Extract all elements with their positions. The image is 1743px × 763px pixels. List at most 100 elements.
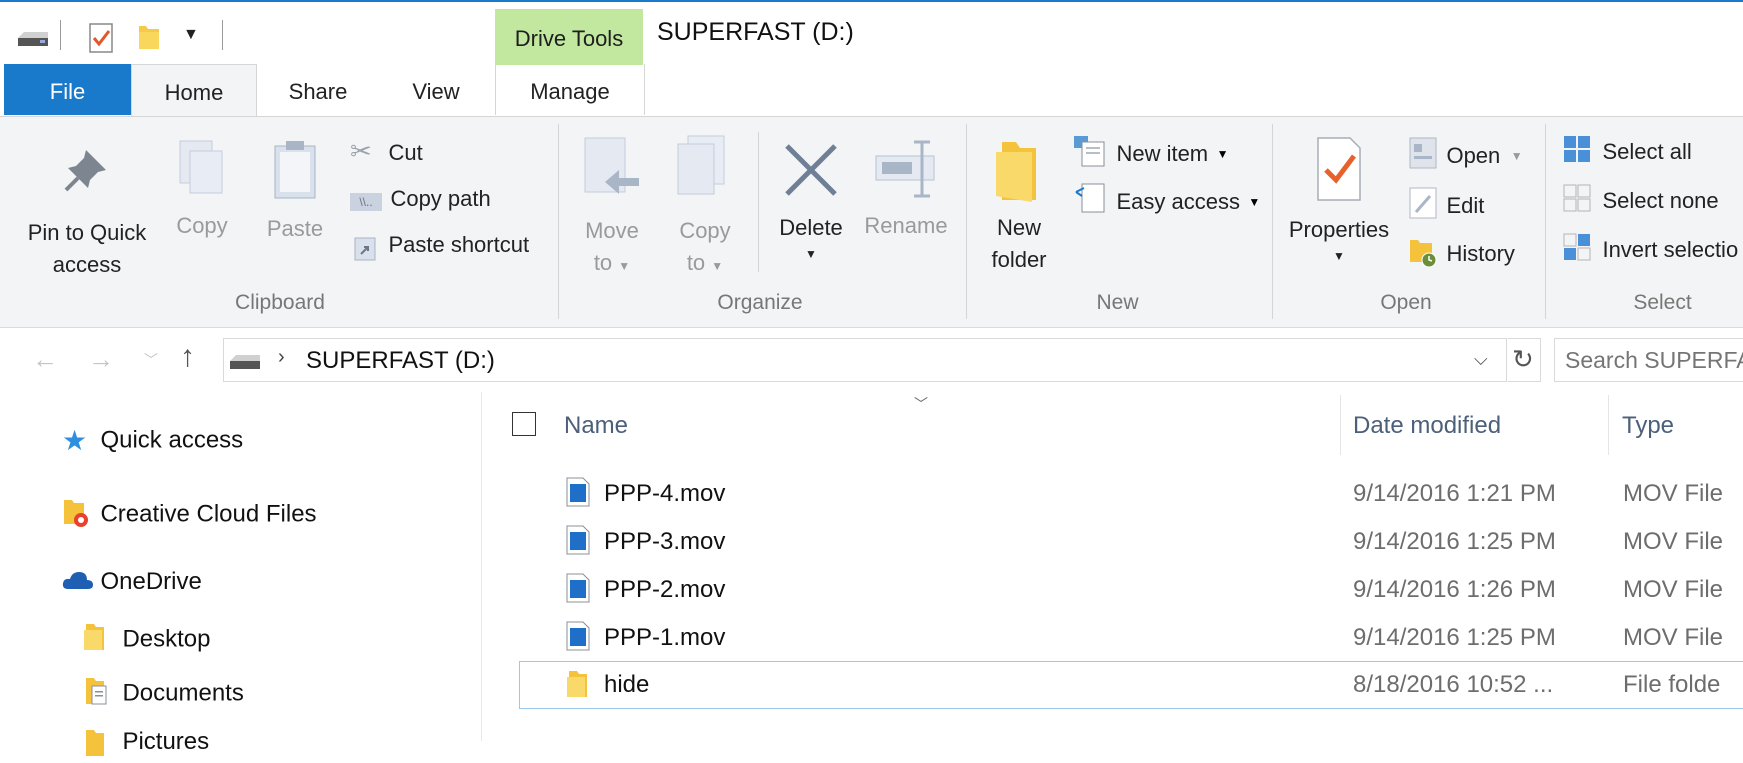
file-row[interactable]: PPP-3.mov 9/14/2016 1:25 PM MOV File xyxy=(563,524,1743,566)
select-none-button[interactable]: Select none xyxy=(1562,183,1719,218)
chevron-down-icon: ▼ xyxy=(618,259,631,273)
open-button[interactable]: Open ▼ xyxy=(1408,136,1523,175)
paste-label: Paste xyxy=(266,216,324,241)
file-type: MOV File xyxy=(1623,480,1724,507)
file-row[interactable]: hide 8/18/2016 10:52 ... File folde xyxy=(563,667,1743,709)
new-item-icon xyxy=(1072,134,1108,173)
properties-label: Properties xyxy=(1288,217,1390,242)
toolbar-separator xyxy=(222,20,223,50)
properties-check-icon[interactable] xyxy=(88,22,116,54)
delete-button[interactable]: Delete ▼ xyxy=(768,140,854,264)
file-row[interactable]: PPP-1.mov 9/14/2016 1:25 PM MOV File xyxy=(563,620,1743,662)
copy-to-icon xyxy=(677,135,725,195)
tab-file[interactable]: File xyxy=(4,64,131,115)
column-header-date-modified[interactable]: Date modified xyxy=(1353,412,1501,440)
select-all-checkbox[interactable] xyxy=(512,412,536,436)
file-row[interactable]: PPP-4.mov 9/14/2016 1:21 PM MOV File xyxy=(563,476,1743,518)
nav-item-documents[interactable]: Documents xyxy=(82,676,244,711)
select-all-button[interactable]: Select all xyxy=(1562,134,1692,169)
file-type: MOV File xyxy=(1623,528,1724,555)
invert-selection-button[interactable]: Invert selectio xyxy=(1562,232,1738,267)
creative-cloud-folder-icon xyxy=(62,496,96,533)
file-date: 9/14/2016 1:25 PM xyxy=(1353,528,1556,555)
back-arrow-icon[interactable]: ← xyxy=(32,344,58,375)
chevron-down-icon: ▼ xyxy=(1216,146,1229,161)
copy-path-label: Copy path xyxy=(390,186,491,211)
search-box[interactable] xyxy=(1554,338,1743,382)
copy-to-button[interactable]: Copy to ▼ xyxy=(664,134,746,282)
nav-item-quick-access[interactable]: ★ Quick access xyxy=(62,424,243,457)
recent-locations-chevron-icon[interactable]: ﹀ xyxy=(144,350,158,370)
drive-icon xyxy=(230,355,260,369)
column-header-type[interactable]: Type xyxy=(1622,412,1674,440)
folder-icon xyxy=(82,622,118,657)
tab-manage[interactable]: Manage xyxy=(495,64,645,115)
move-to-label-line1: Move xyxy=(585,218,639,243)
pin-icon xyxy=(64,150,106,192)
easy-access-button[interactable]: Easy access ▼ xyxy=(1072,182,1260,221)
refresh-button[interactable]: ↻ xyxy=(1508,338,1541,382)
rename-icon xyxy=(875,140,935,198)
history-label: History xyxy=(1446,240,1515,266)
nav-item-onedrive[interactable]: OneDrive xyxy=(62,568,202,596)
tab-view[interactable]: View xyxy=(386,64,486,115)
chevron-down-icon: ▼ xyxy=(711,259,724,273)
chevron-down-icon: ▼ xyxy=(805,247,817,261)
nav-item-creative-cloud[interactable]: Creative Cloud Files xyxy=(62,496,317,533)
nav-item-pictures[interactable]: Pictures xyxy=(82,728,209,763)
move-to-button[interactable]: Move to ▼ xyxy=(570,136,654,282)
column-separator[interactable] xyxy=(1340,395,1341,455)
delete-label: Delete xyxy=(779,215,843,240)
breadcrumb-chevron-icon[interactable]: › xyxy=(278,346,285,369)
select-all-label: Select all xyxy=(1602,138,1692,164)
cut-button[interactable]: ✂ Cut xyxy=(350,136,423,167)
customize-toolbar-dropdown[interactable]: ▼ xyxy=(183,26,199,44)
edit-button[interactable]: Edit xyxy=(1408,186,1484,225)
paste-button[interactable]: Paste xyxy=(254,138,336,245)
copy-button[interactable]: Copy xyxy=(165,140,239,242)
refresh-icon: ↻ xyxy=(1512,344,1534,374)
pictures-folder-icon xyxy=(82,728,118,763)
forward-arrow-icon[interactable]: → xyxy=(88,344,114,375)
pin-label-line2: access xyxy=(52,252,122,277)
file-type: MOV File xyxy=(1623,624,1724,651)
new-group-label: New xyxy=(1096,291,1139,314)
window-title: SUPERFAST (D:) xyxy=(657,18,854,46)
open-group-label: Open xyxy=(1380,291,1432,314)
new-folder-icon[interactable] xyxy=(136,22,162,52)
history-button[interactable]: History xyxy=(1408,234,1515,273)
file-row[interactable]: PPP-2.mov 9/14/2016 1:26 PM MOV File xyxy=(563,572,1743,614)
drive-tools-label: Drive Tools xyxy=(514,26,624,51)
column-header-name[interactable]: Name xyxy=(564,412,628,440)
breadcrumb-current[interactable]: SUPERFAST (D:) xyxy=(306,347,495,375)
easy-access-label: Easy access xyxy=(1116,188,1240,214)
address-dropdown-icon[interactable]: ⌵ xyxy=(1474,349,1488,370)
column-separator[interactable] xyxy=(1608,395,1609,455)
properties-button[interactable]: Properties ▼ xyxy=(1280,134,1398,266)
drive-icon[interactable] xyxy=(16,26,50,50)
pin-to-quick-access-button[interactable]: Pin to Quick access xyxy=(8,140,166,281)
tab-share[interactable]: Share xyxy=(268,64,368,115)
address-bar[interactable]: › SUPERFAST (D:) ⌵ xyxy=(223,338,1507,382)
paste-shortcut-button[interactable]: Paste shortcut xyxy=(350,232,529,262)
tab-home[interactable]: Home xyxy=(131,64,257,116)
easy-access-icon xyxy=(1072,182,1108,221)
clipboard-group-label: Clipboard xyxy=(235,291,325,314)
ribbon-group-separator xyxy=(966,124,967,319)
up-arrow-icon[interactable]: ↑ xyxy=(180,340,195,374)
copy-path-button[interactable]: \\.. Copy path xyxy=(350,186,491,212)
search-input[interactable] xyxy=(1565,347,1743,374)
nav-label: Creative Cloud Files xyxy=(100,500,317,528)
new-folder-button[interactable]: New folder xyxy=(976,138,1062,276)
history-icon xyxy=(1408,234,1438,273)
new-folder-label-line2: folder xyxy=(991,247,1047,272)
rename-button[interactable]: Rename xyxy=(858,138,954,242)
pane-divider[interactable] xyxy=(481,392,482,741)
new-item-button[interactable]: New item ▼ xyxy=(1072,134,1228,173)
nav-item-desktop[interactable]: Desktop xyxy=(82,622,211,657)
ribbon-group-separator xyxy=(558,124,559,319)
file-name: PPP-1.mov xyxy=(604,624,726,651)
nav-label: Quick access xyxy=(100,426,244,454)
video-file-icon xyxy=(565,524,591,561)
file-name: hide xyxy=(604,671,650,698)
